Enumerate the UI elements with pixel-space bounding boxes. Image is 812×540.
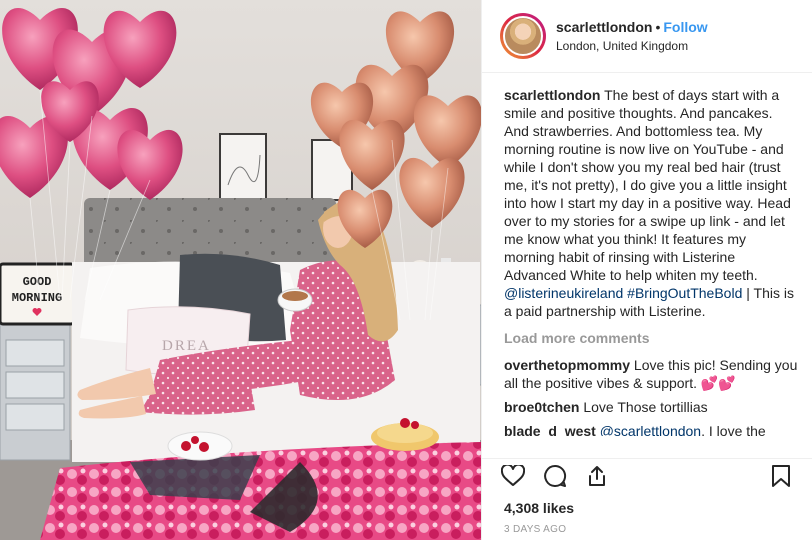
comment-icon	[544, 464, 567, 487]
load-more-comments[interactable]: Load more comments	[504, 329, 798, 347]
pillow-text: DREA	[162, 338, 211, 354]
comment-mention[interactable]: @scarlettlondon	[600, 423, 701, 436]
comment-text: Love Those tortillias	[583, 399, 708, 415]
location-link[interactable]: London, United Kingdom	[556, 38, 708, 54]
bedroom-photo: GOOD MORNING DREA	[0, 0, 481, 540]
header-username[interactable]: scarlettlondon	[556, 19, 652, 35]
comment-item: broe0tchen Love Those tortillias	[504, 398, 798, 416]
comment-text: , I love the	[701, 423, 766, 436]
header-line: scarlettlondon • Follow	[556, 18, 708, 36]
comment-username[interactable]: blade_d_west	[504, 423, 596, 436]
like-button[interactable]	[500, 463, 526, 489]
comment-username[interactable]: overthetopmommy	[504, 357, 630, 373]
bookmark-icon	[772, 465, 790, 487]
post-header: scarlettlondon • Follow London, United Kin…	[482, 0, 812, 73]
share-button[interactable]	[584, 463, 610, 489]
caption-username[interactable]: scarlettlondon	[504, 87, 600, 103]
header-separator: •	[655, 19, 661, 35]
avatar[interactable]	[500, 13, 546, 59]
save-button[interactable]	[768, 463, 794, 489]
comment-username[interactable]: broe0tchen	[504, 399, 579, 415]
action-bar	[500, 456, 798, 496]
lightbox-line-2: MORNING	[12, 291, 62, 305]
post-side-panel: scarlettlondon • Follow London, United Kin…	[481, 0, 812, 540]
post-photo[interactable]: GOOD MORNING DREA	[0, 0, 481, 540]
share-icon	[589, 466, 605, 486]
post-timestamp[interactable]: 3 DAYS AGO	[504, 524, 566, 535]
comment-button[interactable]	[542, 463, 568, 489]
caption-text: The best of days start with a smile and …	[504, 87, 791, 283]
instagram-post: GOOD MORNING DREA scarlettlondon • Follo…	[0, 0, 812, 540]
avatar-image	[503, 16, 543, 56]
heart-icon	[501, 465, 525, 486]
caption: scarlettlondon The best of days start wi…	[504, 86, 798, 320]
likes-count[interactable]: 4,308 likes	[504, 500, 574, 516]
caption-mention[interactable]: @listerineukireland	[504, 285, 623, 301]
comment-item: overthetopmommy Love this pic! Sending y…	[504, 356, 798, 392]
comments-section: scarlettlondon The best of days start wi…	[504, 86, 798, 442]
caption-hashtag[interactable]: #BringOutTheBold	[627, 285, 742, 301]
follow-button[interactable]: Follow	[663, 19, 707, 35]
comment-item: blade_d_west @scarlettlondon, I love the	[504, 422, 798, 436]
lightbox-line-1: GOOD	[23, 275, 52, 289]
header-text: scarlettlondon • Follow London, United Kin…	[556, 18, 708, 54]
